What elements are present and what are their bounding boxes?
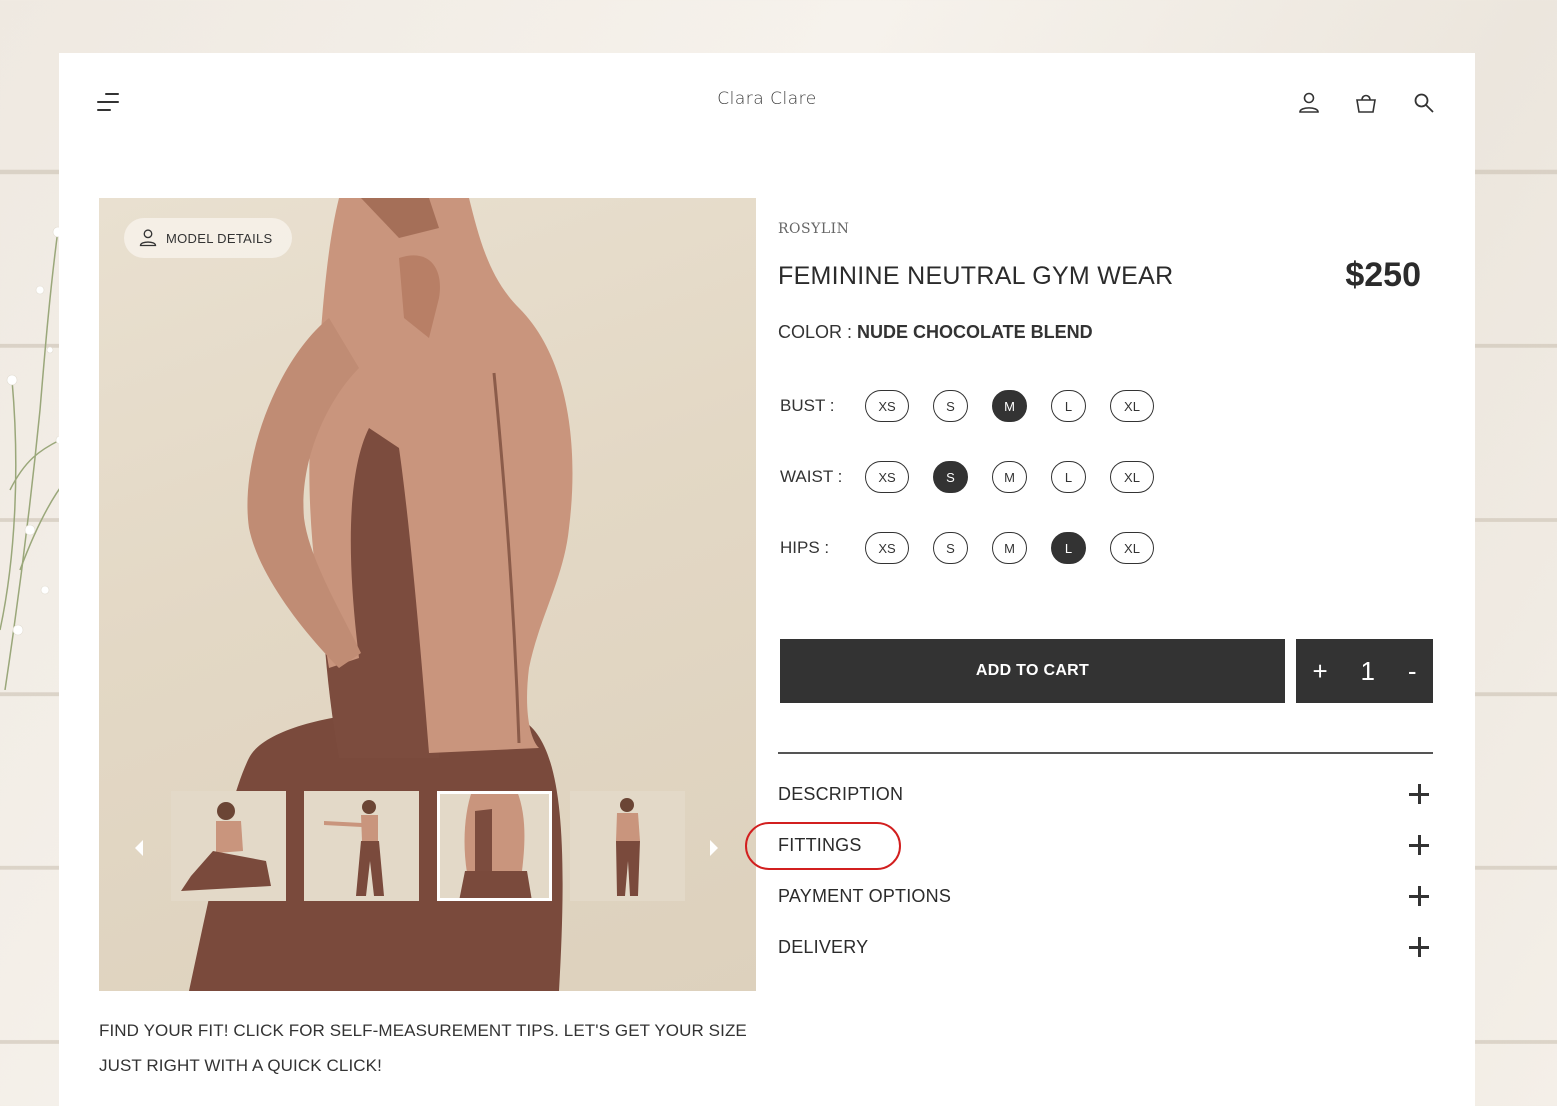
waist-size-s[interactable]: S [933,461,968,493]
thumbnail-strip [171,791,685,901]
color-label: COLOR : [778,322,858,342]
site-logo[interactable]: Clara Clare [59,89,1475,109]
hips-label: HIPS : [780,538,830,557]
hips-size-s[interactable]: S [933,532,968,564]
plus-icon[interactable] [1409,784,1429,804]
section-divider [778,752,1433,754]
plus-icon[interactable] [1409,937,1429,957]
add-to-cart-button[interactable]: ADD TO CART [780,639,1285,703]
quantity-increase-button[interactable]: + [1312,656,1327,687]
quantity-value: 1 [1360,655,1375,686]
accordion-label: DELIVERY [778,936,869,957]
user-icon [139,229,157,247]
waist-size-xs[interactable]: XS [865,461,909,493]
hips-size-row: HIPS : XS S M L XL [780,532,1178,564]
bust-size-s[interactable]: S [933,390,968,422]
thumbnail-4[interactable] [570,791,685,901]
brand-name: ROSYLIN [778,221,850,237]
plus-icon[interactable] [1409,886,1429,906]
product-title: FEMININE NEUTRAL GYM WEAR [778,262,1174,290]
accordion-label: FITTINGS [778,834,862,855]
thumbnail-3[interactable] [437,791,552,901]
bust-size-xs[interactable]: XS [865,390,909,422]
product-card: Clara Clare MODEL DETAILS ROSYLIN FEMINI… [59,53,1475,1106]
waist-size-l[interactable]: L [1051,461,1086,493]
accordion-delivery[interactable]: DELIVERY [778,930,1433,964]
user-icon[interactable] [1297,91,1321,115]
model-details-button[interactable]: MODEL DETAILS [124,218,293,258]
hips-size-xl[interactable]: XL [1110,532,1154,564]
product-price: $250 [1345,256,1421,294]
fit-note-text[interactable]: FIND YOUR FIT! CLICK FOR SELF-MEASUREMEN… [99,1013,779,1083]
arrow-left-icon[interactable] [129,836,149,860]
bust-label: BUST : [780,396,835,415]
waist-size-m[interactable]: M [992,461,1027,493]
hips-size-m[interactable]: M [992,532,1027,564]
hips-size-xs[interactable]: XS [865,532,909,564]
accordion-label: DESCRIPTION [778,783,904,804]
accordion-label: PAYMENT OPTIONS [778,885,952,906]
bag-icon[interactable] [1354,91,1378,115]
color-line: COLOR : NUDE CHOCOLATE BLEND [778,322,1093,343]
thumbnail-1[interactable] [171,791,286,901]
waist-label: WAIST : [780,467,843,486]
waist-size-xl[interactable]: XL [1110,461,1154,493]
color-value: NUDE CHOCOLATE BLEND [857,322,1093,342]
bust-size-l[interactable]: L [1051,390,1086,422]
bust-size-m[interactable]: M [992,390,1027,422]
accordion-description[interactable]: DESCRIPTION [778,777,1433,811]
model-details-label: MODEL DETAILS [166,230,273,246]
bust-size-row: BUST : XS S M L XL [780,390,1178,422]
hips-size-l[interactable]: L [1051,532,1086,564]
accordion-payment-options[interactable]: PAYMENT OPTIONS [778,879,1433,913]
arrow-right-icon[interactable] [704,836,724,860]
product-image: MODEL DETAILS [99,198,756,991]
quantity-decrease-button[interactable]: - [1408,656,1417,687]
bust-size-xl[interactable]: XL [1110,390,1154,422]
quantity-stepper: + 1 - [1296,639,1433,703]
accordion-fittings[interactable]: FITTINGS [778,828,1433,862]
plus-icon[interactable] [1409,835,1429,855]
search-icon[interactable] [1412,91,1436,115]
thumbnail-2[interactable] [304,791,419,901]
waist-size-row: WAIST : XS S M L XL [780,461,1178,493]
